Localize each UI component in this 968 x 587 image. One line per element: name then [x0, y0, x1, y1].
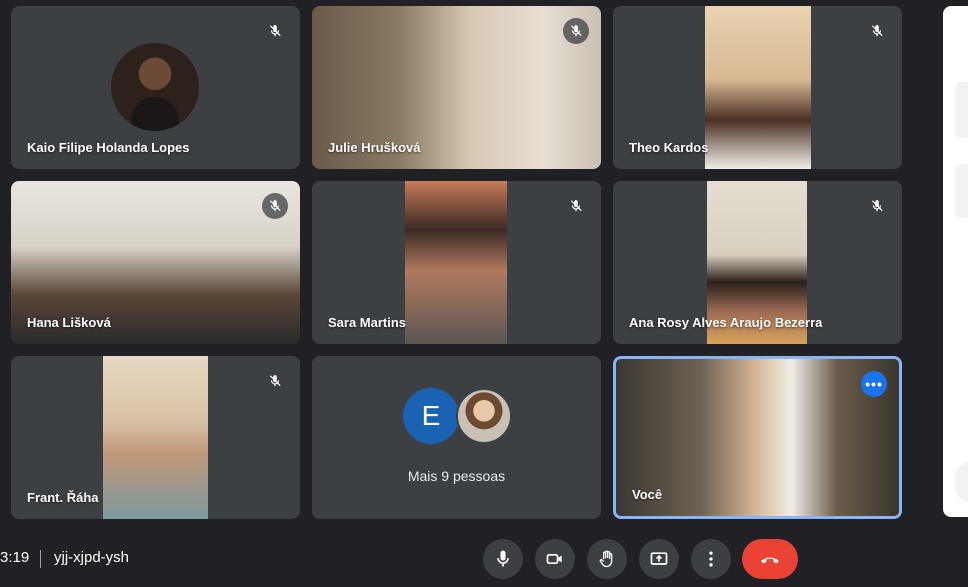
participant-tile-hana[interactable]: Hana Lišková: [11, 181, 300, 344]
meeting-code: yjj-xjpd-ysh: [54, 549, 130, 566]
side-panel-block: [955, 82, 968, 138]
self-tile[interactable]: ••• Você: [613, 356, 902, 519]
participant-tile-ana[interactable]: Ana Rosy Alves Araujo Bezerra: [613, 181, 902, 344]
participant-video: [103, 356, 208, 519]
more-participants-tile[interactable]: E Mais 9 pessoas: [312, 356, 601, 519]
self-name: Você: [632, 487, 663, 502]
present-screen-button[interactable]: [639, 539, 679, 579]
participant-name: Hana Lišková: [27, 315, 111, 330]
more-options-icon[interactable]: •••: [861, 371, 887, 397]
side-panel: [943, 6, 968, 517]
participant-name: Kaio Filipe Holanda Lopes: [27, 140, 190, 155]
leave-call-button[interactable]: [742, 539, 798, 579]
hand-icon: [599, 550, 613, 568]
participant-tile-frant[interactable]: Frant. Řáha: [11, 356, 300, 519]
more-vert-icon: [709, 551, 713, 567]
side-panel-block: [955, 462, 968, 502]
participant-tile-kaio[interactable]: Kaio Filipe Holanda Lopes: [11, 6, 300, 169]
more-avatar-letter: E: [403, 388, 459, 444]
raise-hand-button[interactable]: [587, 539, 627, 579]
mic-off-icon: [262, 193, 288, 219]
participant-name: Frant. Řáha: [27, 490, 99, 505]
camera-icon: [546, 554, 562, 564]
camera-button[interactable]: [535, 539, 575, 579]
mic-off-icon: [262, 18, 288, 44]
participant-name: Theo Kardos: [629, 140, 709, 155]
participant-name: Ana Rosy Alves Araujo Bezerra: [629, 315, 823, 330]
divider: [40, 550, 41, 568]
more-options-button[interactable]: [691, 539, 731, 579]
mic-button[interactable]: [483, 539, 523, 579]
bottom-control-bar: 3:19 yjj-xjpd-ysh: [0, 530, 968, 587]
mic-off-icon: [563, 193, 589, 219]
participant-video: [405, 181, 507, 344]
mic-off-icon: [864, 193, 890, 219]
participant-video: [705, 6, 811, 169]
phone-hangup-icon: [761, 557, 779, 564]
mic-off-icon: [864, 18, 890, 44]
side-panel-block: [955, 164, 968, 218]
meeting-clock: 3:19: [0, 549, 30, 566]
mic-off-icon: [262, 368, 288, 394]
participant-tile-sara[interactable]: Sara Martins: [312, 181, 601, 344]
participant-name: Julie Hrušková: [328, 140, 421, 155]
mic-off-icon: [563, 18, 589, 44]
participant-tile-julie[interactable]: Julie Hrušková: [312, 6, 601, 169]
participant-avatar: [111, 43, 199, 131]
participant-tile-theo[interactable]: Theo Kardos: [613, 6, 902, 169]
meeting-stage: Kaio Filipe Holanda Lopes Julie Hrušková…: [0, 0, 968, 587]
mic-icon: [497, 550, 509, 567]
more-participants-label: Mais 9 pessoas: [407, 468, 506, 484]
present-icon: [650, 552, 668, 565]
participant-name: Sara Martins: [328, 315, 407, 330]
more-avatar-photo: [456, 388, 512, 444]
